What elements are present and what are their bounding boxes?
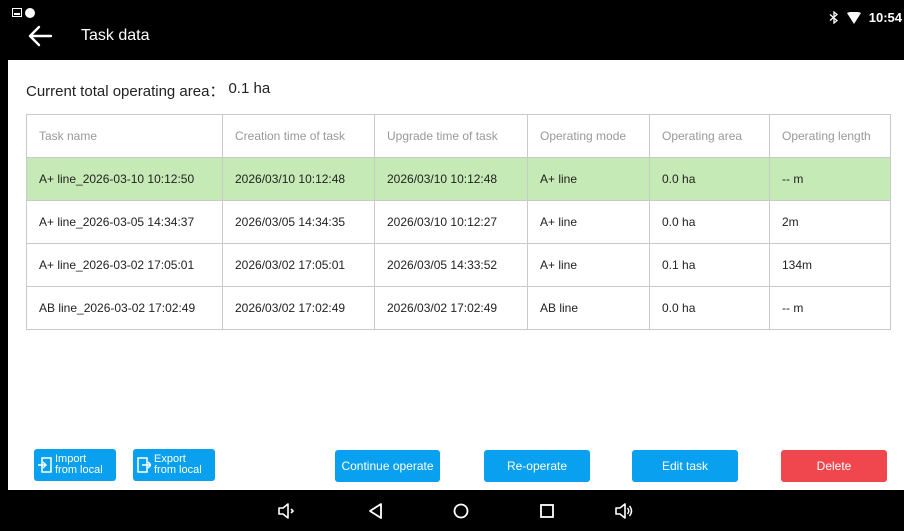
- export-icon: [137, 457, 151, 473]
- back-triangle-icon[interactable]: [366, 502, 386, 520]
- page-title: Task data: [81, 27, 150, 44]
- header-upgrade-time: Upgrade time of task: [374, 114, 528, 158]
- bluetooth-icon: [829, 11, 838, 24]
- cell-operating-length: 134m: [769, 243, 891, 287]
- cell-operating-mode: A+ line: [527, 243, 650, 287]
- title-bar: Task data 10:54: [8, 8, 904, 60]
- volume-down-icon[interactable]: [277, 502, 297, 520]
- header-operating-area: Operating area: [649, 114, 770, 158]
- cell-operating-mode: A+ line: [527, 157, 650, 201]
- home-circle-icon[interactable]: [451, 502, 471, 520]
- total-area-summary: Current total operating area： 0.1 ha: [26, 80, 270, 101]
- cell-task-name: A+ line_2026-03-10 10:12:50: [26, 157, 223, 201]
- cell-operating-mode: A+ line: [527, 200, 650, 244]
- left-frame: [0, 0, 8, 531]
- cell-operating-area: 0.0 ha: [649, 286, 770, 330]
- header-operating-mode: Operating mode: [527, 114, 650, 158]
- import-from-local-button[interactable]: Import from local: [34, 449, 116, 481]
- cell-operating-area: 0.0 ha: [649, 200, 770, 244]
- volume-up-icon[interactable]: [614, 502, 634, 520]
- recents-square-icon[interactable]: [537, 502, 557, 520]
- header-task-name: Task name: [26, 114, 223, 158]
- export-from-local-button[interactable]: Export from local: [133, 449, 215, 481]
- cell-operating-area: 0.1 ha: [649, 243, 770, 287]
- table-row[interactable]: AB line_2026-03-02 17:02:49 2026/03/02 1…: [26, 286, 891, 330]
- cell-creation-time: 2026/03/02 17:05:01: [222, 243, 375, 287]
- delete-button[interactable]: Delete: [781, 450, 887, 482]
- wifi-icon: [846, 11, 861, 24]
- edit-task-button[interactable]: Edit task: [632, 450, 738, 482]
- total-area-value: 0.1 ha: [228, 80, 271, 97]
- table-row[interactable]: A+ line_2026-03-02 17:05:01 2026/03/02 1…: [26, 243, 891, 287]
- cell-operating-area: 0.0 ha: [649, 157, 770, 201]
- total-area-label: Current total operating area：: [26, 83, 225, 100]
- clock-time: 10:54: [868, 10, 902, 25]
- notification-icon: [12, 8, 22, 17]
- header-operating-length: Operating length: [769, 114, 891, 158]
- re-operate-button[interactable]: Re-operate: [484, 450, 590, 482]
- cell-task-name: A+ line_2026-03-02 17:05:01: [26, 243, 223, 287]
- top-frame: [0, 0, 904, 8]
- back-arrow-icon[interactable]: [26, 22, 54, 50]
- export-button-label: Export from local: [154, 453, 202, 476]
- cell-upgrade-time: 2026/03/10 10:12:48: [374, 157, 528, 201]
- cell-operating-length: 2m: [769, 200, 891, 244]
- import-icon: [38, 457, 52, 473]
- import-button-label: Import from local: [55, 453, 103, 476]
- table-row[interactable]: A+ line_2026-03-10 10:12:50 2026/03/10 1…: [26, 157, 891, 201]
- cell-creation-time: 2026/03/05 14:34:35: [222, 200, 375, 244]
- cell-upgrade-time: 2026/03/02 17:02:49: [374, 286, 528, 330]
- cell-creation-time: 2026/03/10 10:12:48: [222, 157, 375, 201]
- cell-task-name: AB line_2026-03-02 17:02:49: [26, 286, 223, 330]
- table-row[interactable]: A+ line_2026-03-05 14:34:37 2026/03/05 1…: [26, 200, 891, 244]
- cell-upgrade-time: 2026/03/10 10:12:27: [374, 200, 528, 244]
- cell-upgrade-time: 2026/03/05 14:33:52: [374, 243, 528, 287]
- cell-task-name: A+ line_2026-03-05 14:34:37: [26, 200, 223, 244]
- header-creation-time: Creation time of task: [222, 114, 375, 158]
- cell-creation-time: 2026/03/02 17:02:49: [222, 286, 375, 330]
- continue-operate-button[interactable]: Continue operate: [335, 450, 440, 482]
- table-header-row: Task name Creation time of task Upgrade …: [26, 114, 891, 158]
- status-dot-icon: [25, 8, 35, 18]
- navigation-bar: [0, 490, 904, 531]
- cell-operating-length: -- m: [769, 157, 891, 201]
- task-table: Task name Creation time of task Upgrade …: [26, 114, 891, 330]
- status-bar-right: 10:54: [829, 10, 902, 25]
- cell-operating-length: -- m: [769, 286, 891, 330]
- cell-operating-mode: AB line: [527, 286, 650, 330]
